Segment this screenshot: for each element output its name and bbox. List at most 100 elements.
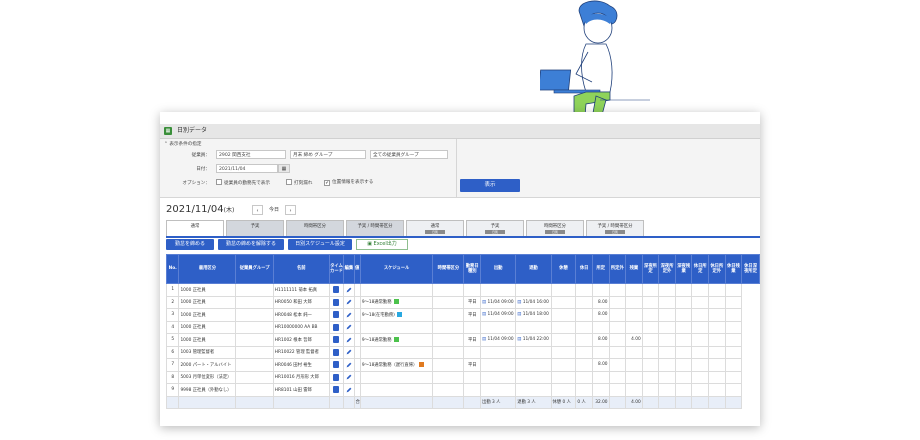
- column-header[interactable]: タイムカード: [328, 254, 345, 284]
- column-header[interactable]: 所定: [591, 254, 610, 284]
- pencil-icon[interactable]: [346, 349, 352, 355]
- tab-time-zone-daily[interactable]: 時間帯区分 日別: [526, 220, 584, 236]
- tab-plan-actual-time-zone[interactable]: 予実 / 時間帯区分: [346, 220, 404, 236]
- column-header[interactable]: 深夜所定: [641, 254, 660, 284]
- today-button[interactable]: 今日: [264, 205, 284, 215]
- cell-day-kind: [463, 345, 482, 359]
- cell-holiday: [575, 358, 593, 372]
- tab-normal[interactable]: 通常: [166, 220, 224, 236]
- daily-schedule-button[interactable]: 日別スケジュール設定: [288, 239, 352, 250]
- column-header[interactable]: 休日: [575, 254, 593, 284]
- timecard-icon[interactable]: [333, 323, 340, 331]
- column-header[interactable]: 深夜所定外: [658, 254, 676, 284]
- tab-time-zone[interactable]: 時間帯区分: [286, 220, 344, 236]
- column-header[interactable]: スケジュール: [359, 254, 434, 284]
- column-header[interactable]: 所定外: [608, 254, 627, 284]
- timecard-icon[interactable]: [333, 361, 340, 369]
- column-header[interactable]: 残業: [625, 254, 643, 284]
- cell-name[interactable]: HR10022 管理 監督者: [272, 345, 330, 359]
- date-input[interactable]: 2021/11/04: [216, 164, 278, 173]
- unclose-attendance-button[interactable]: 勤怠の締めを解除する: [218, 239, 284, 250]
- cell-timecard: [328, 295, 345, 309]
- column-header[interactable]: 名前: [272, 254, 330, 284]
- cell-name[interactable]: HR1002 根本 哲郎: [272, 333, 330, 347]
- table-row[interactable]: 9 9998 正社員（外勤なし） HR8101 山田 雷郎: [165, 383, 760, 397]
- cell-name[interactable]: HR0048 松本 純一: [272, 308, 330, 322]
- table-row[interactable]: 8 5003 月単位変形（法定） HR10016 月形形 大郎: [165, 370, 760, 384]
- pencil-icon[interactable]: [346, 299, 352, 305]
- tab-normal-daily[interactable]: 通常 日別: [406, 220, 464, 236]
- column-header[interactable]: 時間帯区分: [432, 254, 465, 284]
- column-header[interactable]: 休憩: [550, 254, 577, 284]
- cell-edit: [343, 295, 355, 309]
- cell-name[interactable]: HR10016 月形形 大郎: [272, 370, 330, 384]
- pencil-icon[interactable]: [346, 387, 352, 393]
- show-button[interactable]: 表示: [460, 179, 520, 192]
- column-header[interactable]: 休日所定: [691, 254, 710, 284]
- column-header[interactable]: 休日残業: [724, 254, 743, 284]
- cell-overtime: [625, 358, 643, 372]
- pencil-icon[interactable]: [346, 324, 352, 330]
- table-row[interactable]: 1 1000 正社員 H1111111 菊本 拓真: [165, 283, 760, 297]
- table-row[interactable]: 2 1000 正社員 HR0050 和田 大郎 9～18通常勤務 平日 ▤ 11/04 0…: [165, 295, 760, 309]
- pencil-icon[interactable]: [346, 312, 352, 318]
- cell-name[interactable]: H1111111 菊本 拓真: [272, 283, 330, 297]
- employee-group-select[interactable]: 全ての従業員グループ: [370, 150, 448, 159]
- cell-name[interactable]: HR0046 田村 裕生: [272, 358, 330, 372]
- prev-day-button[interactable]: ‹: [252, 205, 263, 215]
- pencil-icon[interactable]: [346, 374, 352, 380]
- pencil-icon[interactable]: [346, 337, 352, 343]
- column-header[interactable]: 編集: [343, 254, 355, 284]
- cell-empty: [691, 370, 710, 384]
- next-day-button[interactable]: ›: [285, 205, 296, 215]
- column-header[interactable]: 休日深夜所定: [741, 254, 760, 284]
- column-header[interactable]: 深夜残業: [674, 254, 693, 284]
- cell-empty: [641, 383, 660, 397]
- condition-header[interactable]: ⌃ 表示条件の指定: [164, 141, 201, 147]
- timecard-icon[interactable]: [333, 386, 340, 394]
- column-header[interactable]: 休日所定外: [708, 254, 726, 284]
- timecard-icon[interactable]: [333, 348, 340, 356]
- cell-name[interactable]: HR0050 和田 大郎: [272, 295, 330, 309]
- tab-plan-actual[interactable]: 予実: [226, 220, 284, 236]
- cell-empty: [658, 320, 676, 334]
- summary-cell: [674, 395, 693, 409]
- column-header[interactable]: No.: [165, 254, 180, 284]
- table-row[interactable]: 5 1000 正社員 HR1002 根本 哲郎 9～18通常勤務 平日 ▤ 11/04 0…: [165, 333, 760, 347]
- cell-name[interactable]: HR8101 山田 雷郎: [272, 383, 330, 397]
- excel-export-button[interactable]: ▣ Excel出力: [356, 239, 408, 250]
- timecard-icon[interactable]: [333, 336, 340, 344]
- table-row[interactable]: 6 1003 管理監督者 HR10022 管理 監督者: [165, 345, 760, 359]
- column-header[interactable]: 出勤: [480, 254, 517, 284]
- closing-group-select[interactable]: 月末 締め グループ: [290, 150, 366, 159]
- close-attendance-button[interactable]: 勤怠を締める: [166, 239, 214, 250]
- cell-holiday: [575, 283, 593, 297]
- option-missing-stamp-checkbox[interactable]: 打刻漏れ: [286, 179, 312, 186]
- column-header[interactable]: 雇用区分: [178, 254, 237, 284]
- cell-edit: [343, 333, 355, 347]
- table-row[interactable]: 3 1000 正社員 HR0048 松本 純一 9～18(在宅勤務) 平日 ▤ 11/04…: [165, 308, 760, 322]
- timecard-icon[interactable]: [333, 286, 340, 294]
- timecard-icon[interactable]: [333, 311, 340, 319]
- table-row[interactable]: 7 2000 パート・アルバイト HR0046 田村 裕生 9～18通常勤務（遅行直帰…: [165, 358, 760, 372]
- table-row[interactable]: 4 1000 正社員 HR10000000 AA BB: [165, 320, 760, 334]
- pencil-icon[interactable]: [346, 362, 352, 368]
- calendar-icon[interactable]: ▦: [278, 164, 290, 173]
- column-header[interactable]: 退勤: [515, 254, 552, 284]
- option-location-checkbox[interactable]: ✔ 位置情報を表示する: [324, 179, 373, 186]
- option-workplace-checkbox[interactable]: 従業員の勤務先で表示: [216, 179, 270, 186]
- summary-cell: [343, 395, 355, 409]
- tab-plan-actual-daily[interactable]: 予実 日別: [466, 220, 524, 236]
- timecard-icon[interactable]: [333, 373, 340, 381]
- column-header[interactable]: 従業員グループ: [235, 254, 274, 284]
- cell-name[interactable]: HR10000000 AA BB: [272, 320, 330, 334]
- cell-holiday: [575, 320, 593, 334]
- company-label: 従業員：: [191, 153, 210, 158]
- tab-plan-actual-time-zone-daily[interactable]: 予実 / 時間帯区分 日別: [586, 220, 644, 236]
- pencil-icon[interactable]: [346, 287, 352, 293]
- cell-schedule: 9～18(在宅勤務): [359, 308, 434, 322]
- column-header[interactable]: 勤務日種別: [463, 254, 482, 284]
- cell-empty: [641, 345, 660, 359]
- timecard-icon[interactable]: [333, 298, 340, 306]
- company-select[interactable]: 2902 関西支社: [216, 150, 286, 159]
